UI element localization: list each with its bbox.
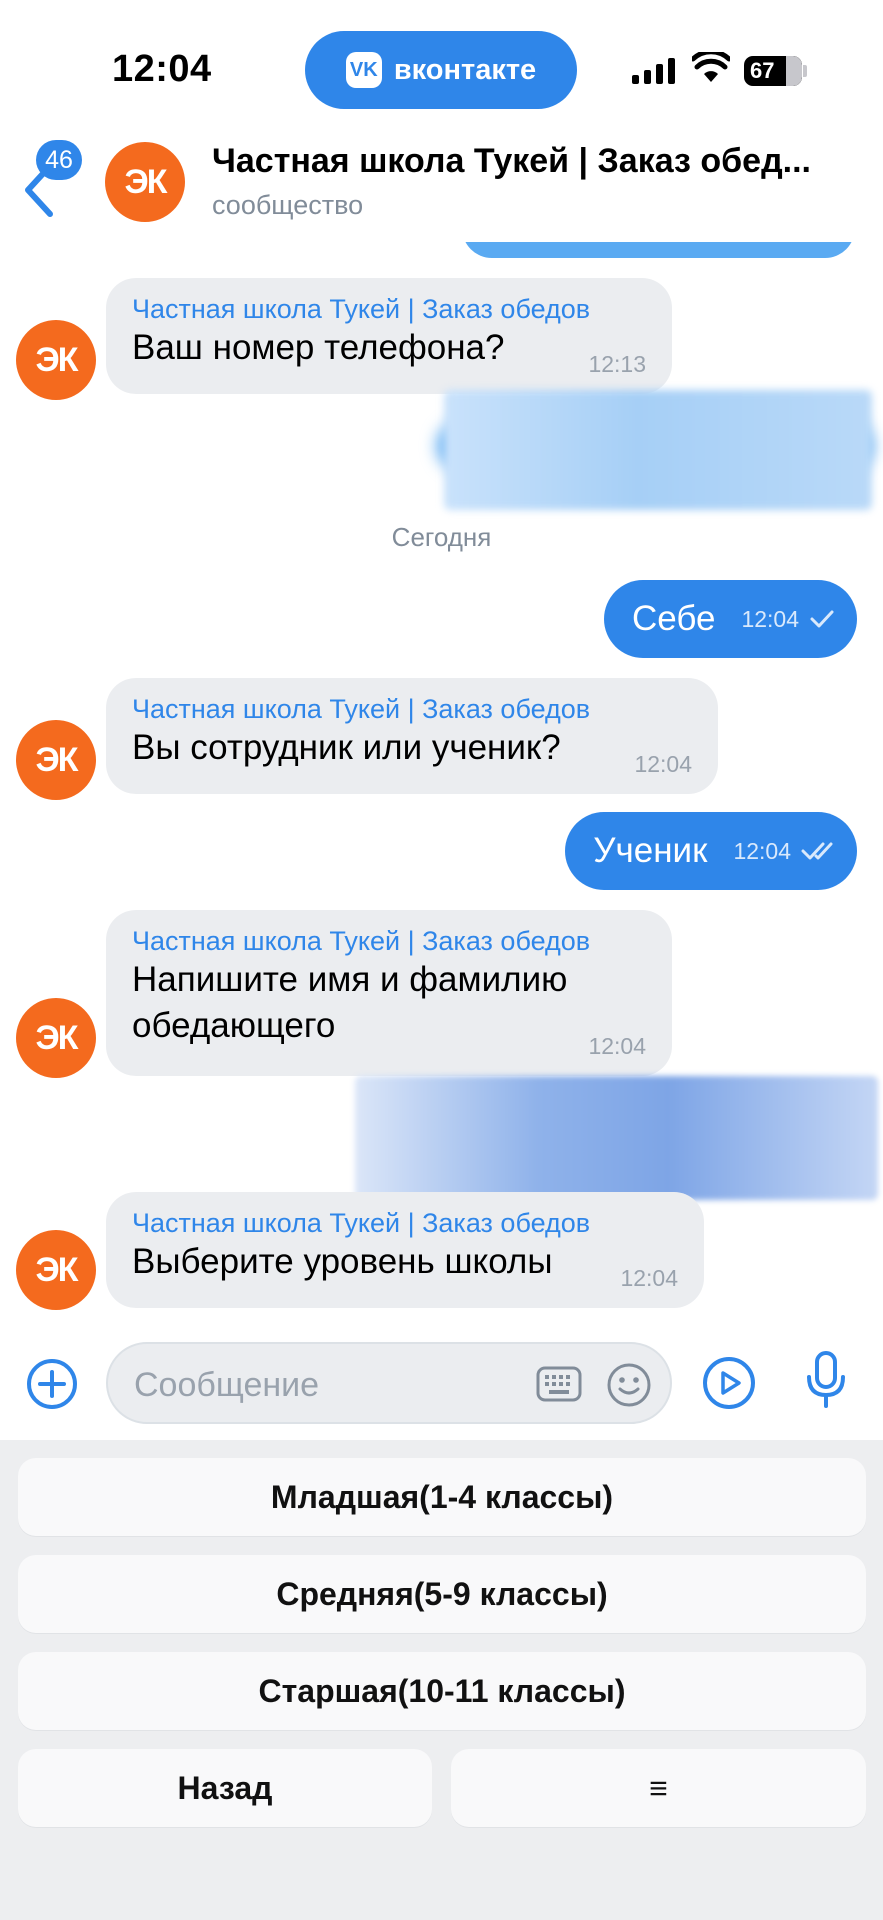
message-text: Себе: [631, 599, 716, 638]
message-input[interactable]: Сообщение: [106, 1342, 672, 1424]
message-text: Напишите имя и фамилию обедающего: [132, 960, 568, 1045]
message-time: 12:13: [588, 351, 646, 377]
message-input-placeholder: Сообщение: [134, 1366, 320, 1404]
message-time: 12:04: [620, 1265, 678, 1291]
chat-title[interactable]: Частная школа Тукей | Заказ обед...: [212, 142, 852, 181]
chat-header: 46 ЭК Частная школа Тукей | Заказ обед..…: [0, 120, 883, 242]
redacted-outgoing-message: [355, 1076, 878, 1200]
sent-check-icon: [810, 610, 834, 628]
cellular-signal-icon: [632, 58, 675, 84]
keyboard-button-middle[interactable]: Средняя(5-9 классы): [18, 1555, 866, 1633]
message-sender: Частная школа Тукей | Заказ обедов: [132, 694, 591, 724]
sender-avatar[interactable]: ЭК: [16, 720, 96, 800]
sender-avatar[interactable]: ЭК: [16, 998, 96, 1078]
keyboard-button-back[interactable]: Назад: [18, 1749, 432, 1827]
message-time: 12:04: [733, 837, 791, 864]
incoming-message[interactable]: Частная школа Тукей | Заказ обедов Выбер…: [106, 1192, 704, 1308]
wifi-icon: [692, 52, 730, 82]
message-text: Ваш номер телефона?: [132, 328, 505, 367]
keyboard-button-senior[interactable]: Старшая(10-11 классы): [18, 1652, 866, 1730]
composer: Сообщение: [0, 1320, 883, 1440]
attach-plus-icon[interactable]: [26, 1358, 78, 1410]
battery-tip: [803, 65, 807, 77]
message-text: Вы сотрудник или ученик?: [132, 728, 561, 767]
outgoing-message[interactable]: Ученик 12:04: [565, 812, 857, 890]
microphone-icon[interactable]: [806, 1350, 846, 1410]
battery-level: 67: [750, 58, 775, 83]
message-time: 12:04: [634, 751, 692, 777]
unread-badge[interactable]: 46: [36, 140, 82, 180]
bot-keyboard: Младшая(1-4 классы) Средняя(5-9 классы) …: [0, 1440, 883, 1920]
status-time: 12:04: [112, 48, 212, 90]
incoming-message[interactable]: Частная школа Тукей | Заказ обедов Ваш н…: [106, 278, 672, 394]
sender-avatar[interactable]: ЭК: [16, 320, 96, 400]
keyboard-button-junior[interactable]: Младшая(1-4 классы): [18, 1458, 866, 1536]
message-list[interactable]: ЭК Частная школа Тукей | Заказ обедов Ва…: [0, 200, 883, 1320]
video-message-icon[interactable]: [702, 1356, 756, 1410]
read-double-check-icon: [801, 842, 833, 860]
vk-app-label: вконтакте: [393, 53, 537, 86]
chat-subtitle: сообщество: [212, 190, 364, 220]
battery-icon: 67: [744, 56, 802, 86]
message-time: 12:04: [741, 605, 799, 632]
vk-logo-icon: VK: [345, 52, 382, 88]
emoji-icon[interactable]: [606, 1362, 652, 1408]
outgoing-message[interactable]: Себе 12:04: [603, 580, 857, 658]
message-sender: Частная школа Тукей | Заказ обедов: [132, 926, 591, 956]
incoming-message[interactable]: Частная школа Тукей | Заказ обедов Вы со…: [106, 678, 718, 794]
message-text: Выберите уровень школы: [132, 1242, 553, 1281]
redaction-blur: [444, 390, 872, 510]
incoming-message[interactable]: Частная школа Тукей | Заказ обедов Напиш…: [106, 910, 672, 1076]
community-avatar[interactable]: ЭК: [105, 142, 185, 222]
date-separator: Сегодня: [391, 522, 492, 552]
message-sender: Частная школа Тукей | Заказ обедов: [132, 1208, 591, 1238]
vk-app-pill[interactable]: VK вконтакте: [305, 31, 577, 109]
message-sender: Частная школа Тукей | Заказ обедов: [132, 294, 591, 324]
sender-avatar[interactable]: ЭК: [16, 1230, 96, 1310]
status-bar: 12:04 VK вконтакте 67: [0, 0, 883, 140]
message-time: 12:04: [588, 1033, 646, 1059]
keyboard-icon[interactable]: [536, 1364, 582, 1404]
message-text: Ученик: [593, 831, 708, 870]
keyboard-menu-button[interactable]: ≡: [451, 1749, 866, 1827]
